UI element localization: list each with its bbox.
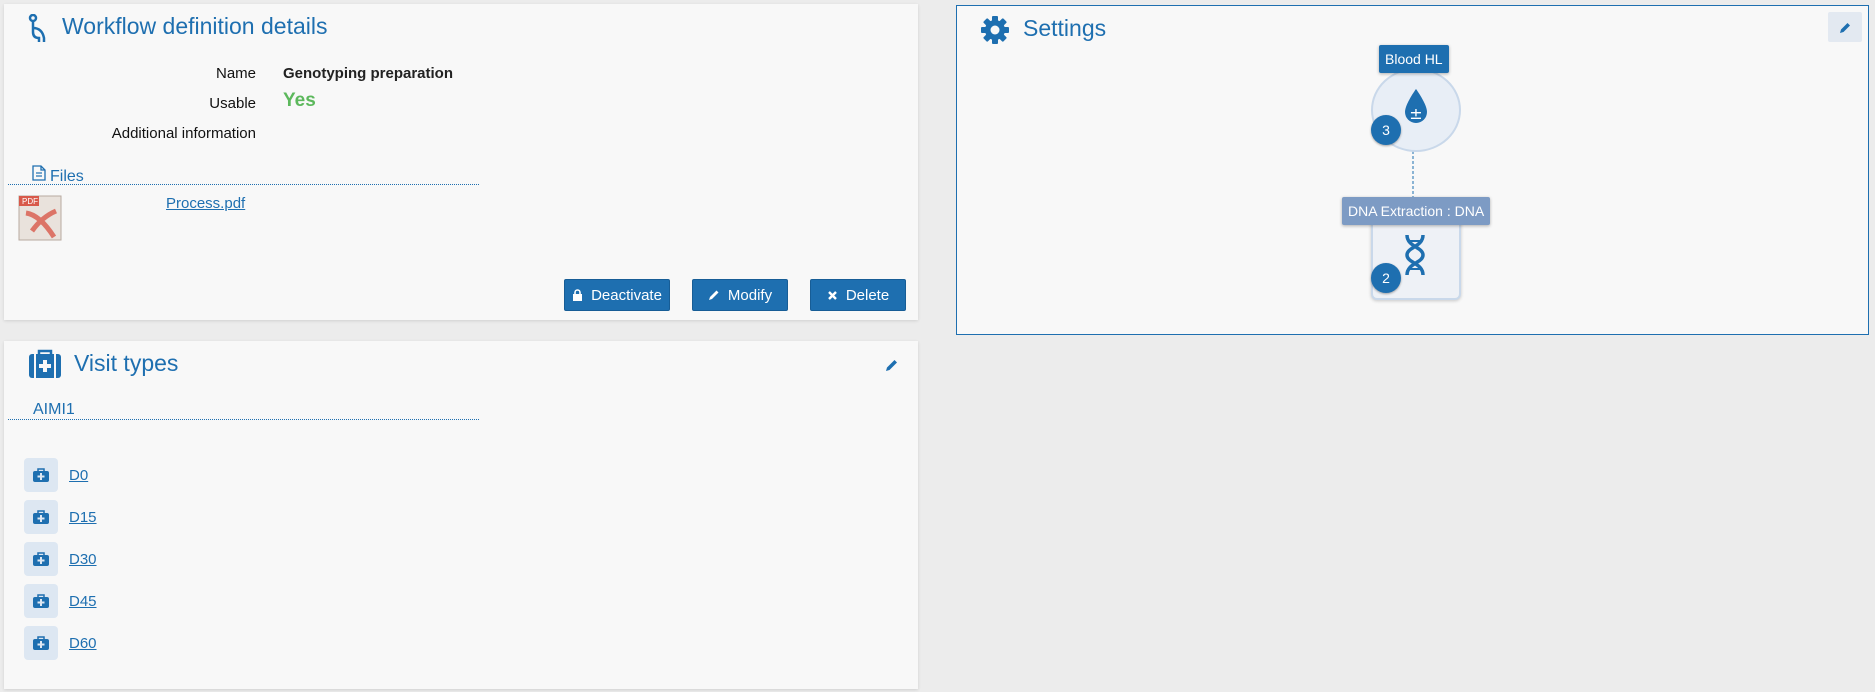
visit-item: D30	[24, 542, 97, 576]
deactivate-button[interactable]: Deactivate	[564, 279, 670, 311]
process-pdf-link[interactable]: Process.pdf	[166, 195, 245, 212]
delete-label: Delete	[845, 286, 890, 304]
workflow-title: Workflow definition details	[62, 13, 328, 39]
visit-group-header: AIMI1	[8, 401, 479, 420]
medkit-small-icon	[24, 542, 58, 576]
file-icon	[32, 165, 46, 181]
visit-item: D0	[24, 458, 88, 492]
visit-link-d60[interactable]: D60	[69, 635, 97, 652]
blood-node-label: Blood HL	[1379, 45, 1449, 73]
visit-link-d30[interactable]: D30	[69, 551, 97, 568]
delete-button[interactable]: Delete	[810, 279, 906, 311]
visit-link-d15[interactable]: D15	[69, 509, 97, 526]
visit-group-heading: AIMI1	[33, 401, 75, 418]
medkit-small-icon	[24, 458, 58, 492]
close-icon	[827, 290, 837, 300]
dna-node-label: DNA Extraction : DNA	[1342, 197, 1491, 225]
visit-item: D45	[24, 584, 97, 618]
pdf-icon-text: PDF	[22, 197, 38, 206]
usable-value: Yes	[283, 90, 316, 111]
workflow-details-panel: Workflow definition details Name Genotyp…	[4, 4, 918, 320]
visit-link-d0[interactable]: D0	[69, 467, 88, 484]
deactivate-label: Deactivate	[591, 286, 662, 304]
modify-button[interactable]: Modify	[692, 279, 788, 311]
modify-label: Modify	[727, 286, 773, 304]
settings-panel: Settings ± Blood HL 3 DNA Extraction : D…	[956, 5, 1869, 335]
medkit-small-icon	[24, 500, 58, 534]
settings-edit-button[interactable]	[1828, 12, 1862, 42]
visit-types-title: Visit types	[74, 350, 179, 376]
lock-icon	[573, 289, 583, 301]
dna-node-count-badge: 2	[1371, 263, 1401, 293]
files-heading: Files	[50, 168, 84, 185]
visit-item: D15	[24, 500, 97, 534]
blood-node-count-badge: 3	[1371, 115, 1401, 145]
pdf-icon[interactable]: PDF	[18, 195, 62, 241]
dna-icon	[1405, 234, 1425, 276]
name-value: Genotyping preparation	[283, 65, 454, 82]
svg-text:±: ±	[1409, 104, 1422, 123]
visit-item: D60	[24, 626, 97, 660]
medkit-icon	[29, 349, 61, 378]
edit-pencil-icon	[1839, 22, 1850, 33]
additional-info-label: Additional information	[111, 125, 256, 142]
name-label: Name	[215, 65, 256, 82]
edit-pencil-icon[interactable]	[885, 358, 899, 372]
medkit-small-icon	[24, 626, 58, 660]
settings-title: Settings	[1023, 15, 1107, 41]
blood-drop-icon: ±	[1405, 89, 1427, 123]
usable-label: Usable	[209, 95, 256, 112]
gear-icon	[981, 16, 1009, 44]
visit-link-d45[interactable]: D45	[69, 593, 97, 610]
visit-types-panel: Visit types AIMI1 D0 D15 D30 D45 D60	[4, 341, 918, 689]
pencil-icon	[708, 290, 719, 300]
workflow-branch-icon	[28, 14, 46, 42]
files-section-header: Files	[8, 162, 479, 185]
medkit-small-icon	[24, 584, 58, 618]
